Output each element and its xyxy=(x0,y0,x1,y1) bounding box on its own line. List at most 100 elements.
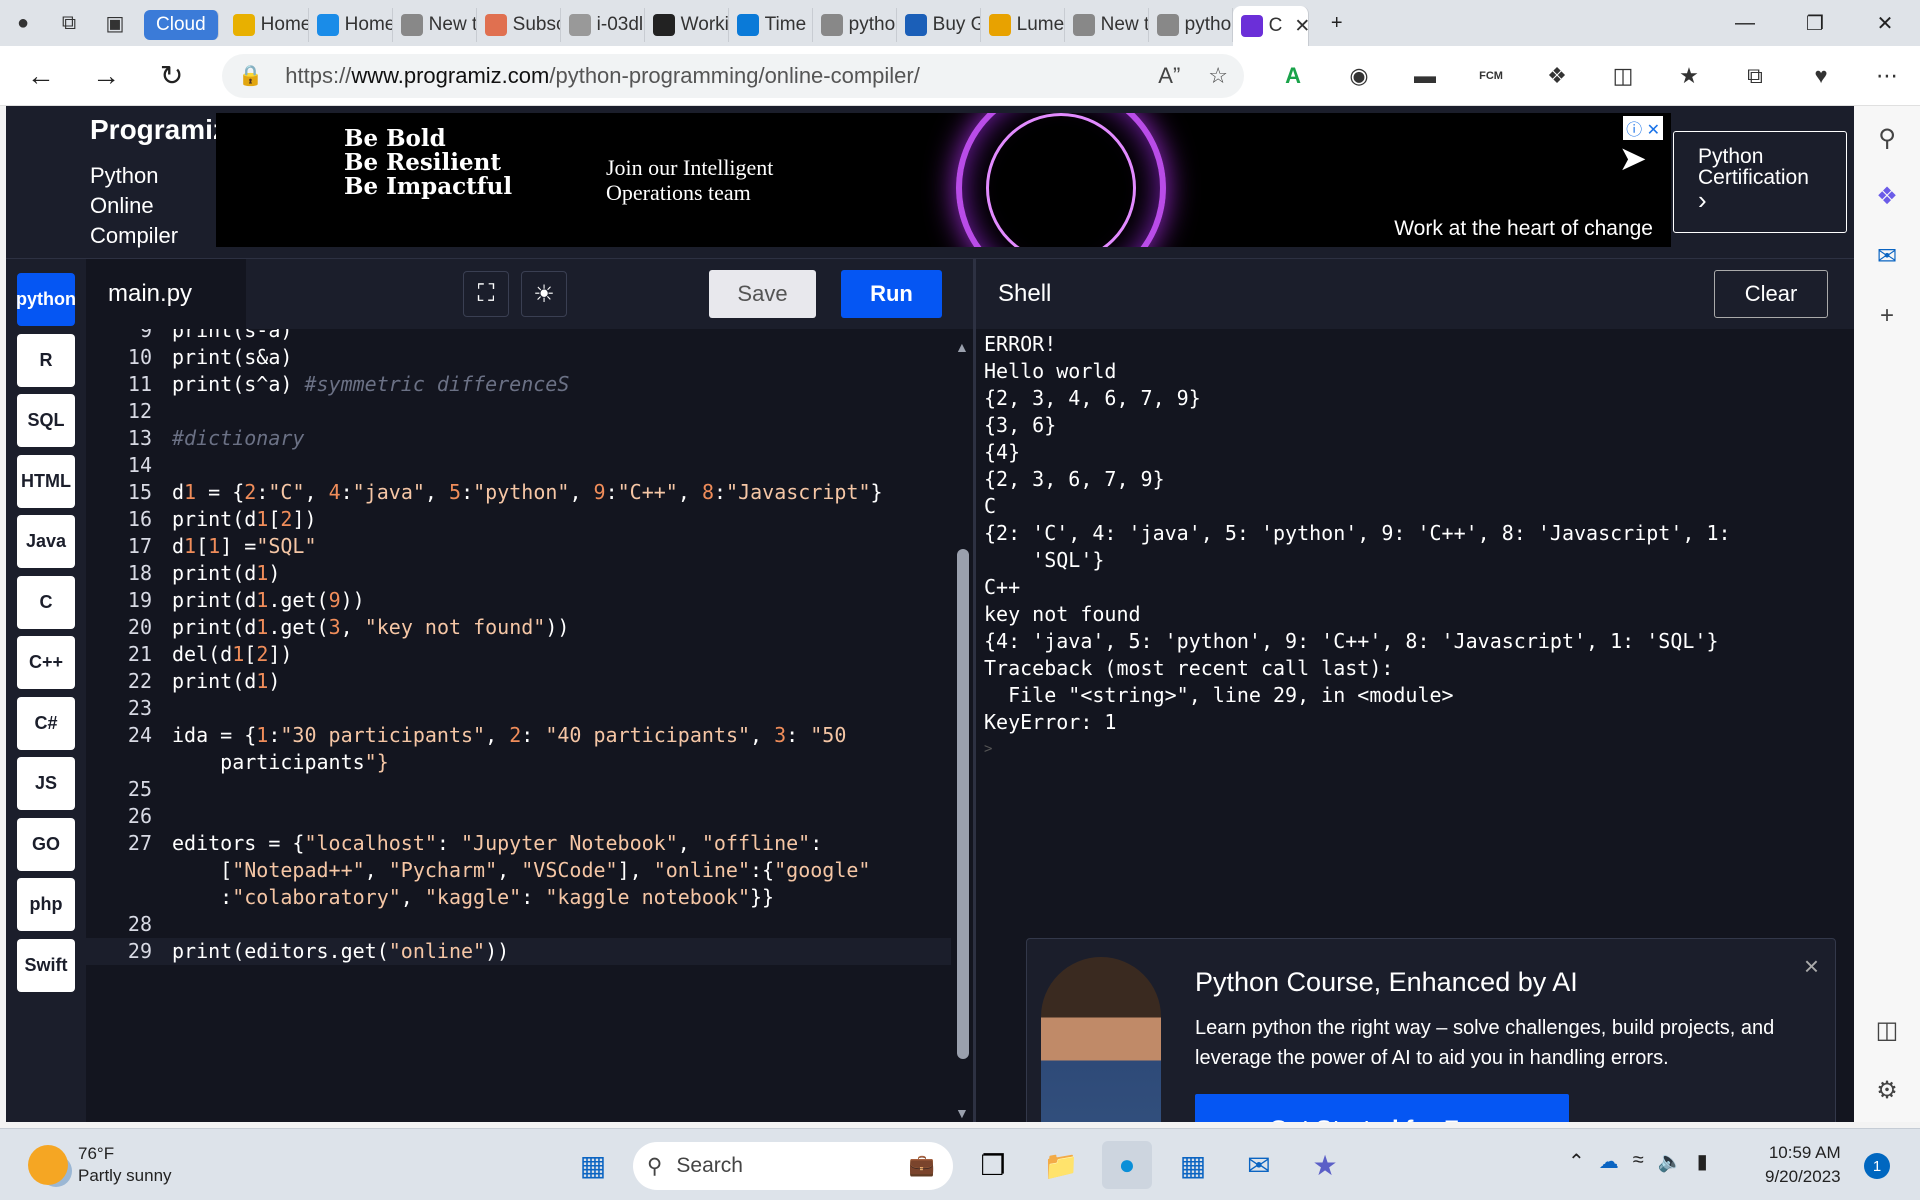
browser-tab[interactable]: C✕ xyxy=(1232,6,1309,46)
ad-close-icon[interactable]: ⓘ ✕ xyxy=(1623,116,1663,140)
back-button[interactable]: ← xyxy=(8,46,73,106)
code-line[interactable]: 9 print(s-a) xyxy=(86,329,951,344)
edge-icon[interactable]: ● xyxy=(1102,1141,1152,1189)
language-button-php[interactable]: php xyxy=(17,878,75,931)
add-icon[interactable]: + xyxy=(1854,302,1920,330)
notification-badge[interactable]: 1 xyxy=(1864,1153,1890,1179)
code-line[interactable]: 19 print(d1.get(9)) xyxy=(86,587,951,614)
language-button-html[interactable]: HTML xyxy=(17,454,75,508)
code-editor[interactable]: 9 print(s-a) 10 print(s&a) 11 print(s^a) #sym… xyxy=(86,329,951,1122)
code-line[interactable]: 17 d1[1] ="SQL" xyxy=(86,533,951,560)
editor-scrollbar[interactable]: ▲ ▼ xyxy=(951,329,973,1122)
browser-tab[interactable]: New t xyxy=(1065,8,1149,42)
code-line[interactable]: 18 print(d1) xyxy=(86,560,951,587)
extension-circle-icon[interactable]: ◉ xyxy=(1326,63,1392,89)
settings-more-icon[interactable]: ⋯ xyxy=(1854,63,1920,89)
favorites-icon[interactable]: ★ xyxy=(1656,63,1722,89)
code-line[interactable]: 14 xyxy=(86,452,951,479)
programiz-logo[interactable]: Programiz xyxy=(90,114,227,146)
language-button-cx[interactable]: C# xyxy=(17,696,75,750)
language-button-c[interactable]: C xyxy=(17,575,75,629)
search-icon[interactable]: ⚲ xyxy=(1854,124,1920,153)
close-window-button[interactable]: ✕ xyxy=(1850,0,1920,46)
restore-button[interactable]: ❐ xyxy=(1780,0,1850,46)
file-explorer-icon[interactable]: 📁 xyxy=(1036,1141,1086,1189)
code-line[interactable]: 23 xyxy=(86,695,951,722)
code-line[interactable]: 28 xyxy=(86,911,951,938)
language-button-cxx[interactable]: C++ xyxy=(17,636,75,689)
workspaces-icon[interactable]: ⧉ xyxy=(46,0,92,46)
scroll-down-icon[interactable]: ▼ xyxy=(955,1105,969,1121)
save-button[interactable]: Save xyxy=(709,270,816,318)
forward-button[interactable]: → xyxy=(73,46,138,106)
onedrive-icon[interactable]: ☁ xyxy=(1599,1149,1619,1174)
extension-a-icon[interactable]: A xyxy=(1260,63,1326,89)
fullscreen-icon[interactable]: ⛶ xyxy=(463,271,509,317)
language-button-java[interactable]: Java xyxy=(17,515,75,568)
new-tab-button[interactable]: + xyxy=(1309,0,1365,46)
sidebar-layout-icon[interactable]: ◫ xyxy=(1854,1016,1920,1045)
extension-fcm-icon[interactable]: FCM xyxy=(1458,70,1524,82)
get-started-button[interactable]: Get Started for Free xyxy=(1195,1094,1569,1122)
code-line[interactable]: :"colaboratory", "kaggle": "kaggle noteb… xyxy=(86,884,951,911)
code-line[interactable]: 20 print(d1.get(3, "key not found")) xyxy=(86,614,951,641)
code-line[interactable]: 21 del(d1[2]) xyxy=(86,641,951,668)
start-icon[interactable]: ▦ xyxy=(568,1141,618,1189)
sun-icon[interactable]: ☀ xyxy=(521,271,567,317)
extension-card-icon[interactable]: ▬ xyxy=(1392,63,1458,89)
code-line[interactable]: 24 ida = {1:"30 participants", 2: "40 par… xyxy=(86,722,951,749)
code-line[interactable]: 15 d1 = {2:"C", 4:"java", 5:"python", 9:"… xyxy=(86,479,951,506)
code-line[interactable]: ["Notepad++", "Pycharm", "VSCode"], "onl… xyxy=(86,857,951,884)
browser-tab[interactable]: Home xyxy=(225,8,309,42)
browser-tab[interactable]: Cloud xyxy=(144,10,219,40)
scroll-up-icon[interactable]: ▲ xyxy=(955,339,969,355)
url-bar[interactable]: 🔒 https://www.programiz.com/python-progr… xyxy=(222,53,1245,98)
code-line[interactable]: 12 xyxy=(86,398,951,425)
gear-icon[interactable]: ⚙ xyxy=(1854,1076,1920,1105)
language-button-swift[interactable]: Swift xyxy=(17,938,75,992)
collections-icon[interactable]: ⧉ xyxy=(1722,63,1788,89)
code-line[interactable]: 11 print(s^a) #symmetric differenceS xyxy=(86,371,951,398)
code-line[interactable]: 25 xyxy=(86,776,951,803)
wifi-icon[interactable]: ≈ xyxy=(1633,1149,1644,1174)
chevron-up-icon[interactable]: ⌃ xyxy=(1568,1149,1585,1174)
code-line[interactable]: 29 print(editors.get("online")) xyxy=(86,938,951,965)
browser-tab[interactable]: i-03dl xyxy=(561,8,645,42)
code-line[interactable]: 10 print(s&a) xyxy=(86,344,951,371)
split-screen-icon[interactable]: ◫ xyxy=(1590,63,1656,89)
file-tab-main-py[interactable]: main.py xyxy=(86,259,246,329)
code-line[interactable]: 22 print(d1) xyxy=(86,668,951,695)
code-line[interactable]: participants"} xyxy=(86,749,951,776)
browser-tab[interactable]: Time xyxy=(729,8,813,42)
store-icon[interactable]: ▦ xyxy=(1168,1141,1218,1189)
browser-tab[interactable]: Buy G xyxy=(897,8,981,42)
clock[interactable]: 10:59 AM 9/20/2023 xyxy=(1765,1141,1841,1189)
outlook-taskbar-icon[interactable]: ✉ xyxy=(1234,1141,1284,1189)
refresh-button[interactable]: ↻ xyxy=(139,46,204,106)
ad-arrow-icon[interactable]: ➤ xyxy=(1619,139,1648,179)
language-button-r[interactable]: R xyxy=(17,333,75,387)
close-tab-icon[interactable]: ✕ xyxy=(1294,15,1307,38)
volume-icon[interactable]: 🔈 xyxy=(1658,1149,1683,1174)
read-aloud-icon[interactable]: A” xyxy=(1158,63,1180,89)
extensions-puzzle-icon[interactable]: ❖ xyxy=(1524,63,1590,89)
browser-tab[interactable]: pytho xyxy=(813,8,897,42)
language-button-go[interactable]: GO xyxy=(17,817,75,871)
minimize-button[interactable]: — xyxy=(1710,0,1780,46)
favorite-star-icon[interactable]: ☆ xyxy=(1208,63,1228,89)
teams-icon[interactable]: ★ xyxy=(1300,1141,1350,1189)
language-button-js[interactable]: JS xyxy=(17,757,75,810)
code-line[interactable]: 13 #dictionary xyxy=(86,425,951,452)
python-certification-button[interactable]: Python Certification › xyxy=(1673,131,1847,233)
browser-tab[interactable]: Subsc xyxy=(477,8,561,42)
weather-widget[interactable]: 76°F Partly sunny xyxy=(28,1143,172,1187)
browser-tab[interactable]: Lume xyxy=(981,8,1065,42)
battery-icon[interactable]: ▮ xyxy=(1697,1149,1708,1174)
scrollbar-thumb[interactable] xyxy=(957,549,969,1059)
language-button-sql[interactable]: SQL xyxy=(17,394,75,447)
outlook-icon[interactable]: ✉ xyxy=(1854,242,1920,271)
code-line[interactable]: 26 xyxy=(86,803,951,830)
code-line[interactable]: 16 print(d1[2]) xyxy=(86,506,951,533)
browser-tab[interactable]: pytho xyxy=(1149,8,1233,42)
run-button[interactable]: Run xyxy=(841,270,942,318)
